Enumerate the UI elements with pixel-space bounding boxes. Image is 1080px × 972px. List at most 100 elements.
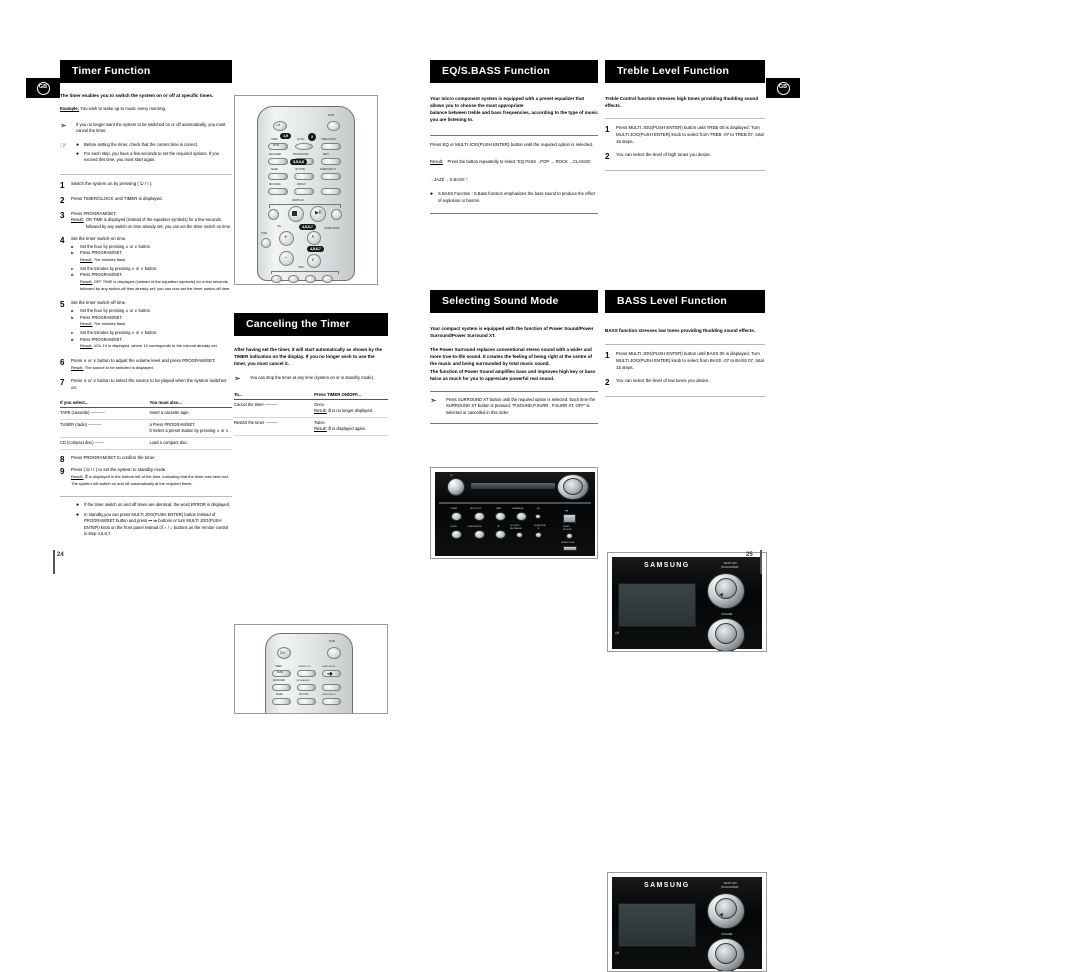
timer-step-1: 1 Switch the system on by pressing ( ⏻ /… (60, 181, 232, 190)
remote-rept-button[interactable] (321, 158, 341, 165)
timer-footnote-0: ● If the timer switch on and off times a… (76, 502, 232, 510)
unit-volume-knob-inner[interactable] (715, 943, 737, 964)
remote-small-surround-button[interactable] (322, 698, 341, 705)
canceling-arrow-note: ➣ You can stop the timer at any time (sy… (234, 375, 388, 383)
remote-small-mute-button[interactable] (327, 647, 341, 659)
remote-small-equalizer-button[interactable] (272, 684, 291, 691)
unit-eq-button[interactable] (535, 514, 541, 519)
table-row: CD (compact disc) ---------- Load a comp… (60, 437, 232, 451)
section-title-eq-sbass: EQ/S.BASS Function (430, 60, 598, 83)
divider (430, 212, 598, 214)
unit-usb-port[interactable] (563, 514, 576, 523)
timer-hand-notes: ☞ ● Before setting the timer, check that… (60, 141, 232, 164)
samsung-logo: SAMSUNG (644, 882, 690, 889)
unit-demo-snooze-button[interactable] (566, 533, 573, 539)
remote-surround-button[interactable] (321, 173, 341, 180)
unit-surround-xt-button[interactable] (535, 532, 542, 538)
remote-small-rept-button[interactable] (322, 684, 341, 691)
remote-cdtype-button[interactable] (294, 173, 314, 180)
unit-push-enter-label: (PUSH ENTER) (721, 886, 739, 889)
canceling-intro: After having set the timer, it will star… (234, 347, 383, 367)
arrow-icon: ➣ (60, 120, 67, 130)
remote-sleep-button[interactable] (268, 173, 288, 180)
callout-4-5-6-7-top: 4,5,6,7 (299, 224, 316, 231)
remote-extra-button[interactable] (321, 188, 341, 195)
bullet-icon: ● (76, 151, 80, 158)
remote-tape-play-button[interactable] (305, 275, 316, 283)
unit-jog-dial-inner[interactable] (563, 478, 583, 495)
result-label: Result: (71, 217, 84, 223)
unit-power-knob[interactable] (447, 478, 465, 496)
remote-equalizer-button[interactable] (268, 158, 288, 165)
unit-tuning-mode-label: TUNING MODE (467, 526, 482, 528)
remote-small-clock-button[interactable] (297, 670, 316, 677)
unit-multi-jog-label: MULTI JOG (724, 562, 737, 565)
divider (430, 390, 598, 392)
divider (60, 173, 232, 175)
unit-tuning-mode-button[interactable] (474, 530, 485, 539)
result-text: ⏱ is displayed in the bottom left of the… (71, 473, 229, 486)
unit-tuner-button[interactable] (451, 512, 462, 521)
remote-tone-button[interactable] (261, 238, 271, 248)
section-title-bass: BASS Level Function (605, 290, 765, 313)
unit-xt-label: XT (537, 528, 540, 530)
step-text: Set the timer switch-off time. (71, 300, 127, 306)
unit-down-button[interactable] (451, 530, 462, 539)
remote-timer-onoff-button[interactable] (321, 143, 341, 150)
unit-up-button[interactable] (495, 530, 506, 539)
result-label: Result: (430, 159, 444, 165)
remote-timer-label: TIMER (271, 139, 278, 141)
step-text: Switch the system on by pressing ( ⏻ / I… (71, 180, 153, 186)
column-sound-mode: Selecting Sound Mode Your compact system… (430, 290, 598, 429)
unit-cd-sync-button[interactable] (516, 532, 523, 538)
bullet-icon: ● (76, 501, 80, 508)
remote-tape-rew-button[interactable] (271, 275, 282, 283)
cell-to: Cancel the timer (234, 402, 264, 408)
step-number: 6 (60, 358, 65, 368)
example-text: You wish to wake up to music every morni… (80, 106, 167, 112)
remote-display-button[interactable] (294, 188, 314, 195)
stop-icon (292, 211, 297, 216)
remote-mute-button[interactable] (327, 121, 340, 131)
remote-power-label: ⏻/I (276, 123, 281, 127)
divider (60, 495, 232, 497)
remote-tape-ff-button[interactable] (322, 275, 333, 283)
disc-tray[interactable] (471, 483, 555, 489)
unit-mp3cd-button[interactable] (474, 512, 485, 521)
unit-tape-label: TAPE (496, 508, 502, 510)
step-text: Press ∧ or ∨ button to select the source… (71, 377, 227, 390)
timer-arrow-text: If you no longer want the system to be s… (76, 121, 226, 134)
timer-step-5: 5 Set the timer switch-off time. a Set t… (60, 300, 232, 350)
remote-small-clock-label: TIMER/CLOCK (298, 666, 311, 668)
step-number: 1 (605, 125, 610, 135)
remote-small-cdtype-button[interactable] (297, 698, 316, 705)
remote-small-sleep-button[interactable] (272, 698, 291, 705)
remote-demo-button[interactable] (295, 143, 313, 150)
unit-volume-label: VOLUME (721, 932, 733, 936)
step-number: 8 (60, 455, 65, 465)
footnote-text: In standby,you can press MULTI JOG(PUSH … (84, 512, 229, 536)
remote-tuning-mode-label: TUNING MODE (324, 228, 340, 230)
result-text: ⏱ is no longer displayed. (327, 408, 374, 414)
remote-vol-label: VOL (277, 226, 282, 228)
unit-tape-button[interactable] (495, 512, 506, 521)
sound-mode-para2: The Power Surround replaces conventional… (430, 347, 596, 381)
table-row: TUNER (radio) --------------- a Press PR… (60, 419, 232, 438)
remote-small-program-button[interactable] (297, 684, 316, 691)
unit-down-label: DOWN (450, 526, 457, 528)
unit-volume-knob-inner[interactable] (715, 623, 737, 644)
remote-prev-track-button[interactable] (268, 209, 279, 220)
unit-open-close-button[interactable] (563, 546, 577, 551)
remote-next-track-button[interactable] (331, 209, 342, 220)
unit-up-label: UP (497, 526, 500, 528)
result-label: Result: (71, 473, 84, 479)
remote-small-program-label: PROGRAM/SET (296, 680, 310, 682)
remote-sleep-label: SLEEP (271, 169, 278, 171)
column-timer-function: Timer Function The timer enables you to … (60, 60, 232, 537)
remote-rds-button[interactable] (268, 188, 288, 195)
result-text: ON TIME is displayed (instead of the equ… (85, 217, 232, 229)
remote-tape-stop-button[interactable] (288, 275, 299, 283)
unit-usb-pause-button[interactable] (516, 512, 527, 521)
step-number: 4 (60, 235, 65, 245)
section-title-timer: Timer Function (60, 60, 232, 83)
